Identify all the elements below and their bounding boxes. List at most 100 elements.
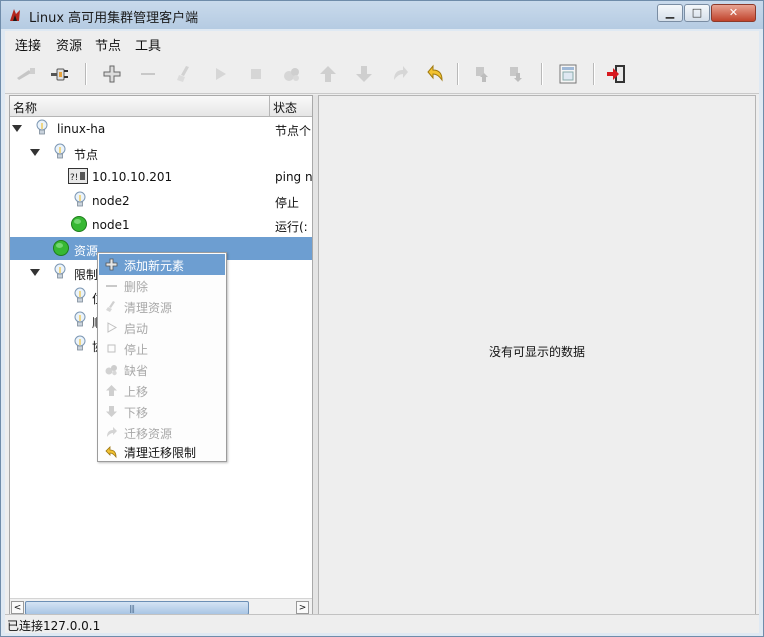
close-button[interactable]: ✕ <box>711 4 756 22</box>
migrate-icon <box>104 425 118 439</box>
toolbar-separator <box>457 63 459 85</box>
bulb-icon <box>54 263 66 279</box>
tree-row-status: ping n <box>275 170 312 184</box>
tree-row-linux-ha[interactable]: linux-ha 节点个 <box>10 117 312 140</box>
stop-button[interactable] <box>243 61 269 87</box>
menu-item-add-new[interactable]: 添加新元素 <box>99 254 225 275</box>
start-button[interactable] <box>207 61 233 87</box>
svg-text:?!: ?! <box>70 173 78 183</box>
chevron-right-icon: > <box>298 603 307 613</box>
disconnect-icon <box>17 68 35 80</box>
menu-item-clear-migration[interactable]: 清理迁移限制 <box>99 443 225 460</box>
close-icon: ✕ <box>728 6 739 19</box>
disconnect-button[interactable] <box>13 61 39 87</box>
menu-item-label: 删除 <box>124 280 149 294</box>
stop-icon <box>251 69 261 79</box>
minimize-icon: ▁ <box>665 6 675 19</box>
app-logo-icon <box>10 9 20 21</box>
scroll-right-button[interactable]: > <box>296 601 309 614</box>
bulb-icon <box>74 335 86 351</box>
add-icon <box>103 65 121 83</box>
menu-item-start[interactable]: 启动 <box>99 317 225 338</box>
tree-row-label: 节点 <box>74 148 99 162</box>
window-title: Linux 高可用集群管理客户端 <box>29 11 199 26</box>
column-divider[interactable] <box>269 96 270 116</box>
tree-row-status: 节点个 <box>275 124 312 138</box>
default-button[interactable] <box>279 61 305 87</box>
node-online-icon <box>510 67 522 82</box>
tree-row-nodes[interactable]: 节点 <box>10 141 312 164</box>
ping-node-icon: ?! <box>68 168 88 184</box>
tree-row-label: 限制 <box>74 268 99 282</box>
start-icon <box>104 320 118 334</box>
menu-item-label: 上移 <box>124 385 149 399</box>
menu-item-label: 迁移资源 <box>124 427 173 441</box>
move-up-icon <box>104 383 118 397</box>
menu-tools[interactable]: 工具 <box>135 35 161 54</box>
menu-node[interactable]: 节点 <box>95 35 121 54</box>
menu-resource[interactable]: 资源 <box>56 35 82 54</box>
tree-row-node2[interactable]: node2 停止 <box>10 189 312 212</box>
column-header-status[interactable]: 状态 <box>273 99 297 116</box>
move-up-button[interactable] <box>315 61 341 87</box>
minimize-button[interactable]: ▁ <box>657 4 683 22</box>
menu-item-cleanup[interactable]: 清理资源 <box>99 296 225 317</box>
tree-row-label: 10.10.10.201 <box>92 170 173 184</box>
connection-status: 已连接127.0.0.1 <box>7 619 101 633</box>
clear-migration-button[interactable] <box>423 61 449 87</box>
bulb-icon <box>74 191 86 207</box>
empty-message: 没有可显示的数据 <box>488 345 585 359</box>
node-standby-icon <box>476 67 488 82</box>
scroll-left-button[interactable]: < <box>11 601 24 614</box>
maximize-button[interactable]: □ <box>684 4 710 22</box>
view-xml-button[interactable] <box>555 61 581 87</box>
move-down-button[interactable] <box>351 61 377 87</box>
scroll-thumb[interactable]: ||| <box>25 601 249 615</box>
connect-icon <box>51 68 68 81</box>
expand-toggle-icon[interactable] <box>30 149 40 156</box>
column-header-name[interactable]: 名称 <box>13 99 37 116</box>
context-menu: 添加新元素 删除 清理资源 启动 停止 缺省 上移 下移 迁移资源 清理迁移限制 <box>97 252 227 462</box>
chevron-left-icon: < <box>13 603 22 613</box>
menu-item-migrate[interactable]: 迁移资源 <box>99 422 225 443</box>
migrate-icon <box>394 66 408 80</box>
migrate-button[interactable] <box>387 61 413 87</box>
toolbar-separator <box>541 63 543 85</box>
clear-migration-icon <box>104 445 118 459</box>
expand-toggle-icon[interactable] <box>12 125 22 132</box>
menu-item-label: 缺省 <box>124 364 149 378</box>
tree-row-node1[interactable]: node1 运行(: <box>10 213 312 236</box>
exit-button[interactable] <box>603 61 629 87</box>
remove-button[interactable] <box>135 61 161 87</box>
bulb-icon <box>74 287 86 303</box>
tree-row-label: node1 <box>92 218 130 232</box>
menu-item-move-down[interactable]: 下移 <box>99 401 225 422</box>
connect-button[interactable] <box>47 61 73 87</box>
bulb-icon <box>54 143 66 159</box>
menu-connection[interactable]: 连接 <box>15 35 41 54</box>
expand-toggle-icon[interactable] <box>30 269 40 276</box>
clear-migration-icon <box>427 64 443 82</box>
add-button[interactable] <box>99 61 125 87</box>
menu-item-label: 清理迁移限制 <box>124 446 197 460</box>
move-down-icon <box>356 66 372 82</box>
status-bar: 已连接127.0.0.1 <box>5 614 759 633</box>
cleanup-button[interactable] <box>171 61 197 87</box>
menu-item-delete[interactable]: 删除 <box>99 275 225 296</box>
menu-item-move-up[interactable]: 上移 <box>99 380 225 401</box>
client-area: 连接 资源 节点 工具 名称 状态 linux-ha 节点个 节点 ?! 10.… <box>5 31 759 633</box>
cleanup-icon <box>104 299 118 313</box>
title-bar[interactable]: Linux 高可用集群管理客户端 ▁ □ ✕ <box>1 1 763 29</box>
exit-icon <box>607 65 625 83</box>
tree-row-ping-node[interactable]: ?! 10.10.10.201 ping n <box>10 165 312 188</box>
menu-item-label: 下移 <box>124 406 149 420</box>
remove-icon <box>104 278 118 292</box>
node-online-button[interactable] <box>503 61 529 87</box>
tree-row-label: 资源 <box>74 244 99 258</box>
node-standby-button[interactable] <box>469 61 495 87</box>
menu-item-label: 停止 <box>124 343 149 357</box>
tree-row-status: 运行(: <box>275 220 308 234</box>
tree-header: 名称 状态 <box>10 96 312 117</box>
menu-item-stop[interactable]: 停止 <box>99 338 225 359</box>
menu-item-default[interactable]: 缺省 <box>99 359 225 380</box>
